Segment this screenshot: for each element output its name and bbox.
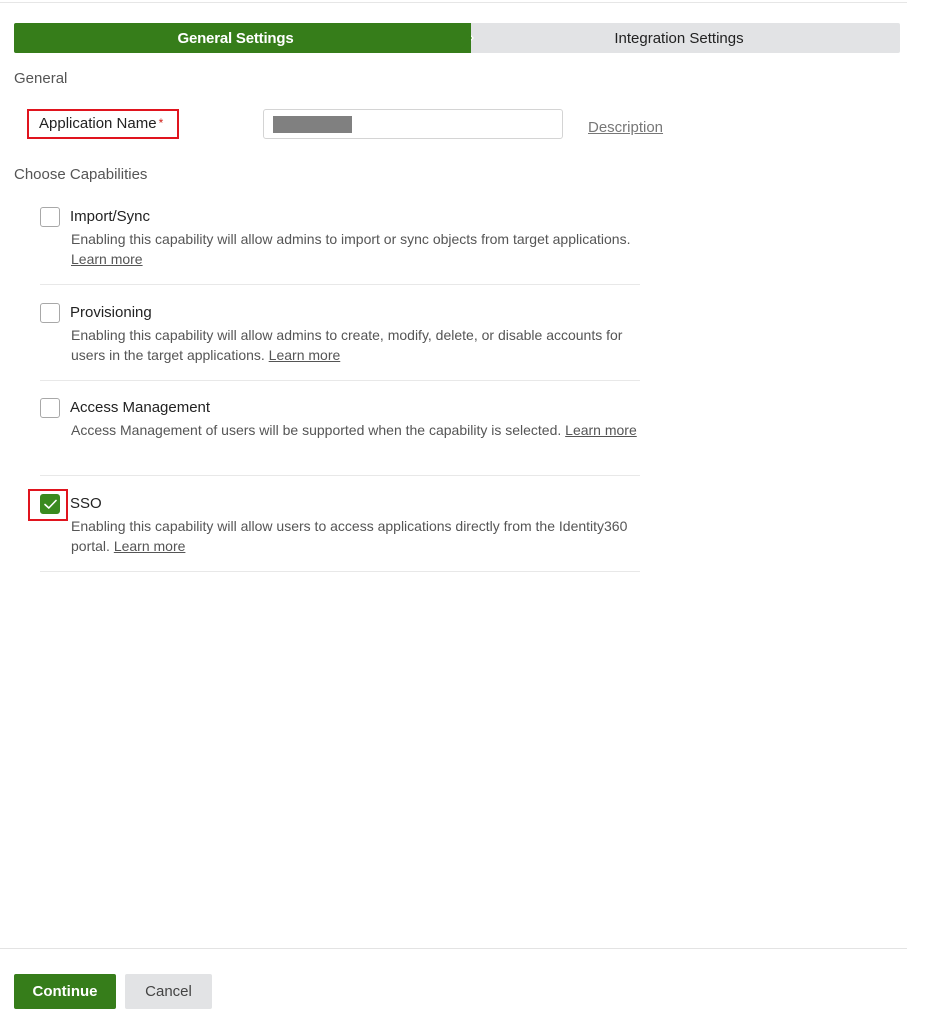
provisioning-checkbox[interactable] — [40, 303, 60, 323]
application-name-label-text: Application Name — [39, 115, 157, 132]
cancel-button[interactable]: Cancel — [125, 974, 212, 1009]
divider — [40, 380, 640, 381]
capability-description: Access Management of users will be suppo… — [71, 420, 646, 440]
step-integration-settings-label: Integration Settings — [614, 30, 744, 47]
capability-description-text: Enabling this capability will allow admi… — [71, 231, 631, 247]
capability-title: Import/Sync — [70, 208, 151, 225]
access-management-checkbox[interactable] — [40, 398, 60, 418]
capability-description-text: Enabling this capability will allow admi… — [71, 327, 623, 363]
section-capabilities-heading: Choose Capabilities — [14, 166, 148, 183]
capability-title: SSO — [70, 495, 102, 512]
annotation-highlight-box — [28, 489, 68, 521]
divider — [40, 571, 640, 572]
redacted-value — [273, 116, 352, 133]
application-name-label: Application Name * — [27, 109, 179, 139]
capability-description: Enabling this capability will allow admi… — [71, 229, 646, 269]
capability-title: Access Management — [70, 399, 211, 416]
learn-more-link[interactable]: Learn more — [565, 422, 637, 438]
learn-more-link[interactable]: Learn more — [114, 538, 186, 554]
learn-more-link[interactable]: Learn more — [71, 251, 143, 267]
capability-sso: SSO Enabling this capability will allow … — [40, 494, 640, 572]
footer-divider — [0, 948, 907, 949]
import-sync-checkbox[interactable] — [40, 207, 60, 227]
step-arrow-icon — [457, 23, 472, 53]
capability-description: Enabling this capability will allow user… — [71, 516, 646, 556]
divider — [40, 284, 640, 285]
wizard-stepper: General Settings Integration Settings — [14, 23, 900, 53]
required-asterisk: * — [158, 116, 164, 130]
divider — [40, 475, 640, 476]
step-general-settings-label: General Settings — [177, 30, 294, 47]
capability-description: Enabling this capability will allow admi… — [71, 325, 646, 365]
capability-access-management: Access Management Access Management of u… — [40, 398, 640, 476]
section-general-heading: General — [14, 70, 68, 87]
capability-description-text: Access Management of users will be suppo… — [71, 422, 562, 438]
capability-import-sync: Import/Sync Enabling this capability wil… — [40, 207, 640, 285]
continue-button[interactable]: Continue — [14, 974, 116, 1009]
description-link[interactable]: Description — [588, 119, 663, 136]
learn-more-link[interactable]: Learn more — [269, 347, 341, 363]
application-name-input[interactable] — [263, 109, 563, 139]
capability-provisioning: Provisioning Enabling this capability wi… — [40, 303, 640, 381]
capability-title: Provisioning — [70, 304, 152, 321]
top-divider — [0, 2, 907, 3]
